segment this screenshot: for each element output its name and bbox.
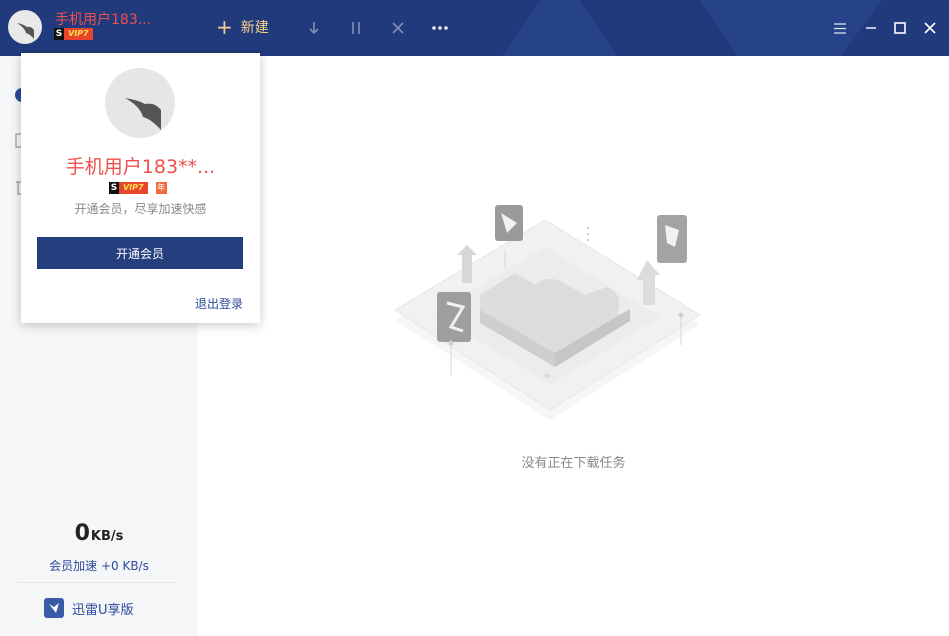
popup-user-name: 手机用户183**...	[65, 156, 216, 178]
open-vip-button[interactable]: 开通会员	[37, 237, 243, 269]
vip-boost-speed[interactable]: 会员加速 +0 KB/s	[0, 557, 198, 574]
new-task-button[interactable]: + 新建	[216, 17, 269, 37]
user-popup: 手机用户183**... S VIP7 年 开通会员，尽享加速快感 开通会员 退…	[21, 53, 260, 323]
xunlei-bird-icon	[44, 598, 64, 618]
user-name[interactable]: 手机用户183...	[55, 9, 151, 29]
title-bar: 手机用户183... S VIP7 + 新建	[0, 0, 949, 56]
maximize-icon	[894, 22, 906, 34]
download-speed: 0KB/s	[0, 521, 198, 546]
close-icon	[924, 22, 936, 34]
delete-button[interactable]	[386, 16, 410, 40]
popup-tip: 开通会员，尽享加速快感	[74, 202, 207, 216]
popup-badges: S VIP7 年	[109, 182, 167, 194]
download-button[interactable]	[302, 16, 326, 40]
menu-button[interactable]	[828, 16, 852, 40]
close-icon	[392, 22, 404, 34]
s-badge-icon: S	[109, 182, 119, 194]
svg-text:+: +	[543, 371, 551, 382]
more-button[interactable]	[428, 16, 452, 40]
popup-avatar[interactable]	[105, 68, 175, 138]
hamburger-icon	[834, 22, 846, 34]
pause-button[interactable]	[344, 16, 368, 40]
close-window-button[interactable]	[918, 16, 942, 40]
vip-badge: S VIP7	[54, 28, 93, 40]
arrow-down-icon	[309, 22, 319, 35]
vip-level-badge: VIP7	[119, 182, 148, 194]
u-edition-label: 迅雷U享版	[72, 602, 134, 618]
user-avatar[interactable]	[8, 10, 42, 44]
plus-icon: +	[216, 15, 233, 39]
s-badge-icon: S	[54, 28, 64, 40]
u-edition-link[interactable]: 迅雷U享版	[44, 598, 134, 618]
vip-level-badge: VIP7	[64, 28, 93, 40]
sidebar-divider	[18, 582, 178, 583]
minimize-button[interactable]	[859, 16, 883, 40]
year-badge: 年	[155, 182, 167, 194]
empty-state-illustration: +	[385, 195, 710, 430]
pause-icon	[352, 22, 360, 34]
more-icon	[432, 26, 448, 30]
minimize-icon	[866, 27, 876, 29]
empty-state-text: 没有正在下载任务	[521, 456, 626, 471]
maximize-button[interactable]	[888, 16, 912, 40]
logout-link[interactable]: 退出登录	[195, 295, 243, 312]
speed-value: 0	[74, 521, 91, 546]
new-task-label: 新建	[240, 20, 269, 36]
speed-unit: KB/s	[90, 529, 124, 544]
